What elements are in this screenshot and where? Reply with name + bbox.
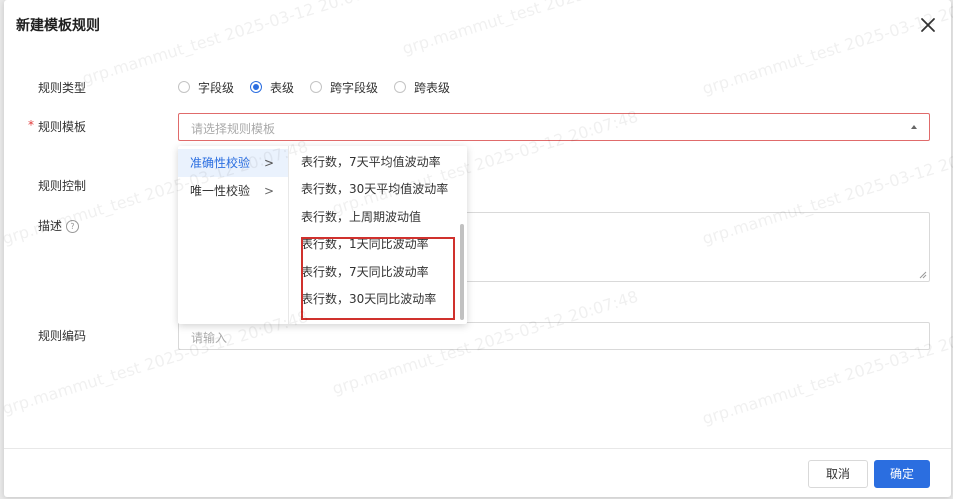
rule-control-label: 规则控制 xyxy=(38,179,87,193)
description-label: 描述? xyxy=(38,217,80,234)
cascader-option[interactable]: 表行数，7天平均值波动率 xyxy=(289,149,467,176)
chevron-right-icon: > xyxy=(263,156,274,170)
close-icon[interactable] xyxy=(917,14,939,36)
radio-circle-icon xyxy=(310,81,323,93)
cascader-item-uniqueness[interactable]: 唯一性校验 > xyxy=(178,177,288,205)
radio-table-level[interactable]: 表级 xyxy=(250,79,294,96)
radio-label: 字段级 xyxy=(198,80,235,95)
rule-template-label-text: 规则模板 xyxy=(38,120,87,134)
chevron-right-icon: > xyxy=(263,184,274,198)
cancel-button[interactable]: 取消 xyxy=(808,460,868,488)
radio-label: 表级 xyxy=(270,80,295,95)
required-mark: * xyxy=(28,118,34,132)
radio-cross-table-level[interactable]: 跨表级 xyxy=(394,79,450,96)
cascader-option[interactable]: 表行数，上周期波动值 xyxy=(289,204,467,231)
dialog-title: 新建模板规则 xyxy=(16,18,100,34)
cascader-item-label: 准确性校验 xyxy=(190,156,251,170)
rule-type-label: 规则类型 xyxy=(38,81,87,95)
cascader-option[interactable]: 表行数，7天同比波动率 xyxy=(289,259,467,286)
cascader-level1-menu: 准确性校验 > 唯一性校验 > xyxy=(178,146,289,324)
description-label-text: 描述 xyxy=(38,219,63,233)
rule-template-label: * 规则模板 xyxy=(28,118,87,135)
rule-code-label: 规则编码 xyxy=(38,329,87,343)
cascader-level2-menu: 表行数，7天平均值波动率 表行数，30天平均值波动率 表行数，上周期波动值 表行… xyxy=(289,146,467,327)
cascader-item-label: 唯一性校验 xyxy=(190,184,251,198)
radio-circle-icon xyxy=(394,81,407,93)
radio-checked-icon xyxy=(250,81,263,93)
radio-cross-field-level[interactable]: 跨字段级 xyxy=(310,79,378,96)
radio-field-level[interactable]: 字段级 xyxy=(178,79,234,96)
radio-circle-icon xyxy=(178,81,190,93)
dialog-header: 新建模板规则 xyxy=(4,0,951,50)
footer-divider xyxy=(4,448,951,449)
rule-template-placeholder: 请选择规则模板 xyxy=(191,122,276,136)
resize-grip-icon[interactable] xyxy=(919,271,927,279)
confirm-button[interactable]: 确定 xyxy=(874,460,930,488)
radio-label: 跨表级 xyxy=(414,80,451,95)
rule-template-select[interactable]: 请选择规则模板 xyxy=(178,113,930,141)
rule-template-cascader: 准确性校验 > 唯一性校验 > 表行数，7天平均值波动率 表行数，30天平均值波… xyxy=(178,146,467,324)
rule-code-placeholder: 请输入 xyxy=(191,331,228,345)
cascader-option[interactable]: 表行数，30天平均值波动率 xyxy=(289,176,467,203)
cascader-item-accuracy[interactable]: 准确性校验 > xyxy=(178,149,288,177)
cascader-scrollbar[interactable] xyxy=(460,224,464,320)
cascader-option[interactable]: 表行数，1天同比波动率 xyxy=(289,231,467,258)
help-icon[interactable]: ? xyxy=(66,220,80,233)
caret-up-icon xyxy=(911,125,917,129)
radio-label: 跨字段级 xyxy=(330,80,379,95)
rule-type-radio-group: 字段级 表级 跨字段级 跨表级 xyxy=(178,79,466,95)
cascader-option[interactable]: 表行数，30天同比波动率 xyxy=(289,286,467,313)
new-template-rule-dialog: 新建模板规则 规则类型 字段级 表级 跨字段级 跨表级 * 规则模板 请选择规则… xyxy=(4,0,951,497)
